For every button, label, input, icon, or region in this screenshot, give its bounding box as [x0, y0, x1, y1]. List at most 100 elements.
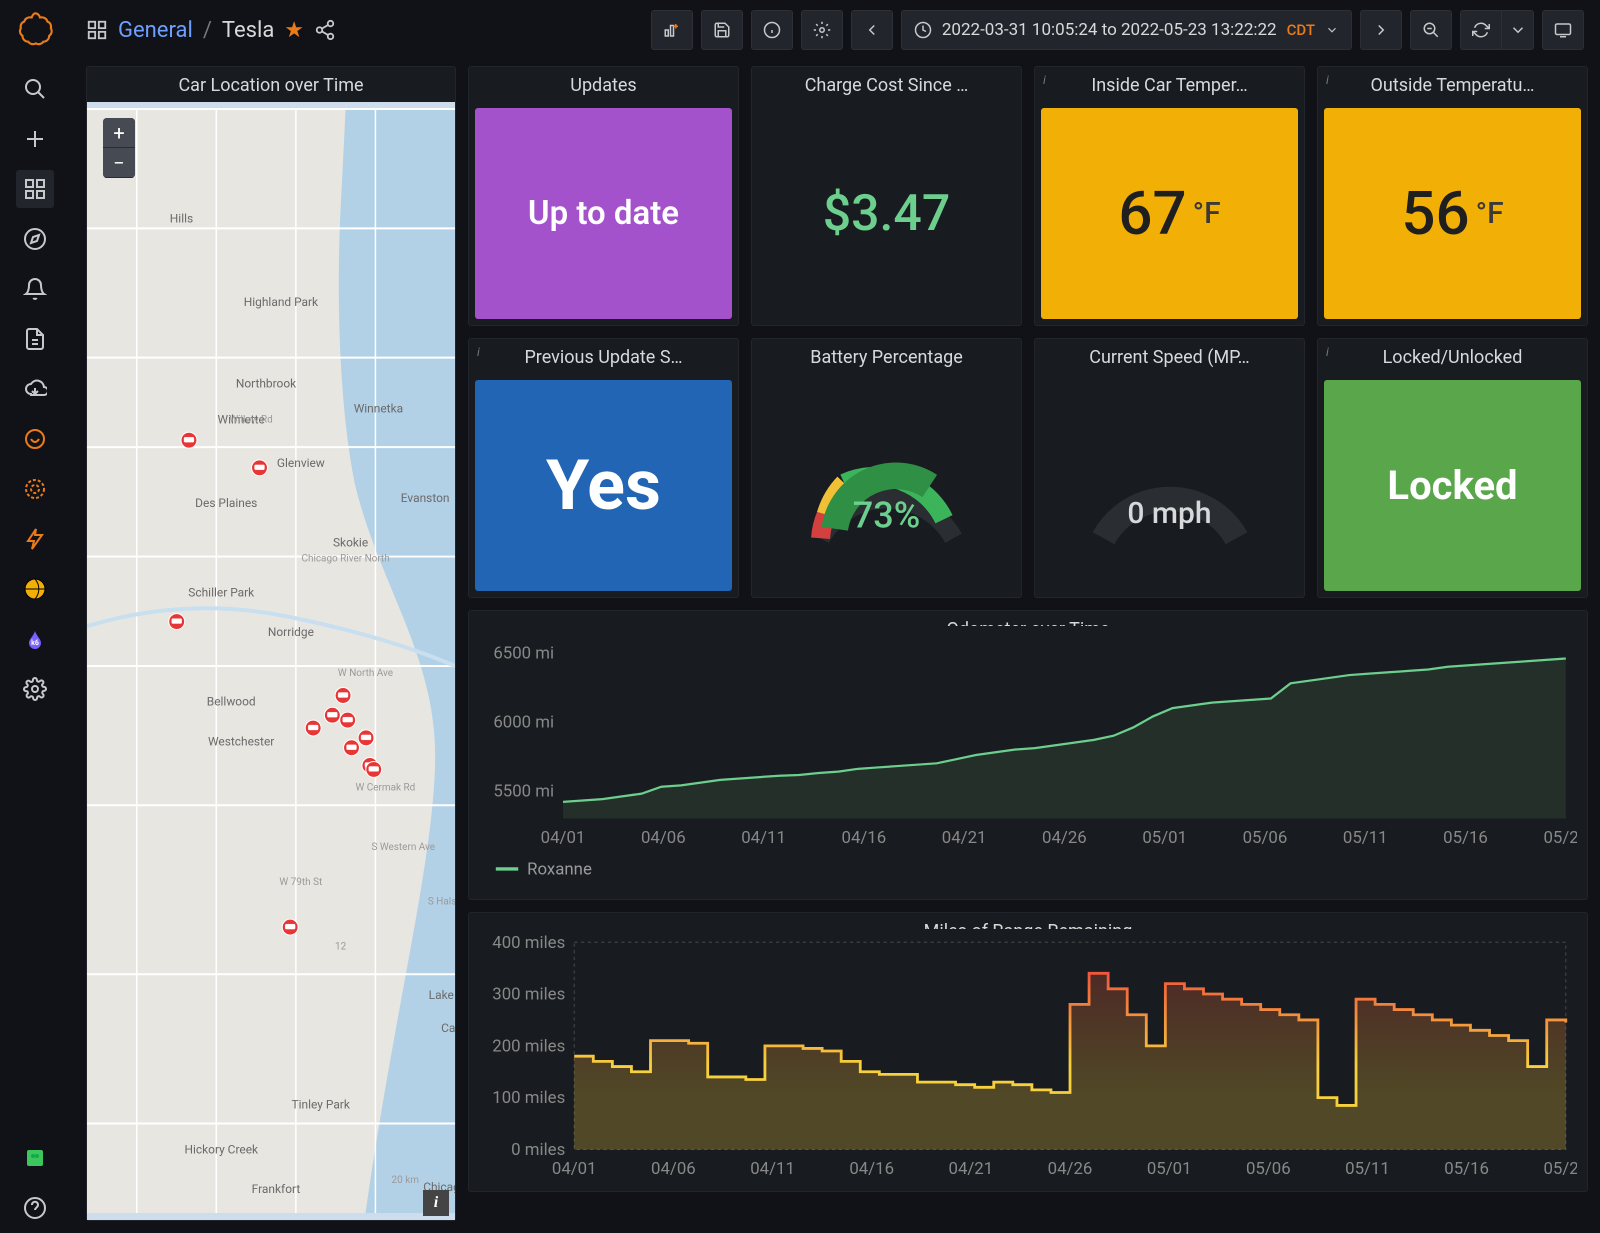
document-icon[interactable]: [16, 320, 54, 358]
svg-text:400 miles: 400 miles: [492, 933, 565, 953]
map-body[interactable]: + − HillsHighland ParkNorthbrookWinnetka…: [87, 102, 455, 1220]
svg-text:05/16: 05/16: [1444, 1159, 1489, 1179]
info-button[interactable]: [751, 10, 793, 50]
svg-text:6000 mi: 6000 mi: [493, 713, 554, 733]
svg-text:05/01: 05/01: [1147, 1159, 1192, 1179]
svg-text:Glenview: Glenview: [277, 456, 325, 470]
inside-temp-panel: i Inside Car Temper… 67°F: [1034, 66, 1305, 326]
svg-text:04/21: 04/21: [942, 828, 987, 848]
zoom-out-button[interactable]: [1410, 10, 1452, 50]
battery-panel: Battery Percentage 73%: [751, 338, 1022, 598]
help-icon[interactable]: [16, 1189, 54, 1227]
svg-text:04/01: 04/01: [552, 1159, 597, 1179]
svg-text:W North Ave: W North Ave: [338, 668, 393, 679]
svg-text:05/16: 05/16: [1443, 828, 1488, 848]
svg-text:Willow Rd: Willow Rd: [229, 414, 272, 425]
info-icon[interactable]: i: [477, 345, 480, 359]
explore-icon[interactable]: [16, 220, 54, 258]
svg-text:04/16: 04/16: [849, 1159, 894, 1179]
updates-panel: Updates Up to date: [468, 66, 739, 326]
breadcrumb-folder[interactable]: General: [118, 18, 193, 43]
dashboards-icon: [86, 19, 108, 41]
info-icon[interactable]: i: [1326, 73, 1329, 87]
search-icon[interactable]: [16, 70, 54, 108]
range-chart[interactable]: 0 miles100 miles200 miles300 miles400 mi…: [479, 929, 1577, 1191]
prev-update-value: Yes: [475, 380, 732, 591]
svg-text:04/01: 04/01: [541, 828, 586, 848]
save-button[interactable]: [701, 10, 743, 50]
info-icon[interactable]: i: [1326, 345, 1329, 359]
svg-text:5500 mi: 5500 mi: [493, 782, 554, 802]
svg-text:k6: k6: [31, 639, 39, 647]
profile-icon[interactable]: [16, 1139, 54, 1177]
map-zoom-controls: + −: [103, 118, 135, 178]
svg-text:6500 mi: 6500 mi: [493, 644, 554, 664]
loadtest-icon[interactable]: [16, 520, 54, 558]
outside-temp-value: 56: [1401, 178, 1469, 249]
grafana-logo[interactable]: [15, 10, 55, 50]
time-next-button[interactable]: [1360, 10, 1402, 50]
settings-button[interactable]: [801, 10, 843, 50]
config-icon[interactable]: [16, 670, 54, 708]
svg-text:04/06: 04/06: [651, 1159, 696, 1179]
refresh-interval-button[interactable]: [1502, 10, 1534, 50]
alerting-icon[interactable]: [16, 270, 54, 308]
svg-text:Des Plaines: Des Plaines: [195, 496, 257, 510]
svg-text:300 miles: 300 miles: [492, 985, 565, 1005]
refresh-button[interactable]: [1460, 10, 1502, 50]
speed-panel: Current Speed (MP… 0 mph: [1034, 338, 1305, 598]
svg-text:04/26: 04/26: [1048, 1159, 1093, 1179]
svg-text:05/06: 05/06: [1243, 828, 1288, 848]
svg-text:Northbrook: Northbrook: [236, 376, 297, 390]
inside-temp-value: 67: [1118, 178, 1186, 249]
create-icon[interactable]: [16, 120, 54, 158]
add-panel-button[interactable]: [651, 10, 693, 50]
speed-value: 0 mph: [1127, 496, 1211, 531]
speed-gauge: [1075, 411, 1265, 561]
svg-text:Schiller Park: Schiller Park: [188, 585, 255, 599]
incident-icon[interactable]: [16, 470, 54, 508]
cloud-download-icon[interactable]: [16, 370, 54, 408]
panel-title: Car Location over Time: [87, 67, 455, 102]
synthetic-icon[interactable]: [16, 570, 54, 608]
map-zoom-out[interactable]: −: [103, 148, 135, 178]
tv-mode-button[interactable]: [1542, 10, 1584, 50]
map-attribution-button[interactable]: i: [423, 1190, 449, 1216]
info-icon[interactable]: i: [1043, 73, 1046, 87]
svg-text:Skokie: Skokie: [333, 536, 368, 550]
svg-text:S Western Ave: S Western Ave: [372, 842, 436, 853]
time-range-picker[interactable]: 2022-03-31 10:05:24 to 2022-05-23 13:22:…: [901, 10, 1352, 50]
outside-temp-panel: i Outside Temperatu… 56°F: [1317, 66, 1588, 326]
time-range-text: 2022-03-31 10:05:24 to 2022-05-23 13:22:…: [942, 20, 1277, 40]
dashboards-icon[interactable]: [16, 170, 54, 208]
svg-text:04/21: 04/21: [949, 1159, 994, 1179]
svg-text:Winnetka: Winnetka: [354, 401, 403, 415]
svg-text:Tinley Park: Tinley Park: [292, 1098, 351, 1112]
sidebar: k6: [0, 0, 70, 1233]
breadcrumb: General / Tesla ★: [86, 18, 336, 43]
locked-panel: i Locked/Unlocked Locked: [1317, 338, 1588, 598]
odometer-chart[interactable]: 5500 mi6000 mi6500 mi04/0104/0604/1104/1…: [479, 626, 1577, 899]
map-panel: Car Location over Time + − HillsHig: [86, 66, 456, 1221]
svg-text:Frankfort: Frankfort: [252, 1182, 301, 1196]
prev-update-panel: i Previous Update S… Yes: [468, 338, 739, 598]
svg-text:12: 12: [335, 941, 347, 952]
svg-text:Hills: Hills: [170, 211, 193, 225]
time-prev-button[interactable]: [851, 10, 893, 50]
svg-text:05/11: 05/11: [1343, 828, 1388, 848]
odometer-chart-panel: Odometer over Time 5500 mi6000 mi6500 mi…: [468, 610, 1588, 900]
charge-cost-value: $3.47: [758, 108, 1015, 319]
locked-value: Locked: [1324, 380, 1581, 591]
svg-text:Lake Calumet: Lake Calumet: [429, 988, 455, 1002]
k6-icon[interactable]: k6: [16, 620, 54, 658]
svg-text:04/11: 04/11: [750, 1159, 795, 1179]
share-icon[interactable]: [314, 19, 336, 41]
svg-text:Norridge: Norridge: [268, 625, 314, 639]
star-icon[interactable]: ★: [284, 18, 304, 43]
oncall-icon[interactable]: [16, 420, 54, 458]
svg-text:Westchester: Westchester: [208, 735, 274, 749]
svg-text:100 miles: 100 miles: [492, 1089, 565, 1109]
map-zoom-in[interactable]: +: [103, 118, 135, 148]
svg-text:Roxanne: Roxanne: [527, 860, 592, 880]
topbar: General / Tesla ★ 2022-03-31 10:05:24 to…: [70, 0, 1600, 60]
